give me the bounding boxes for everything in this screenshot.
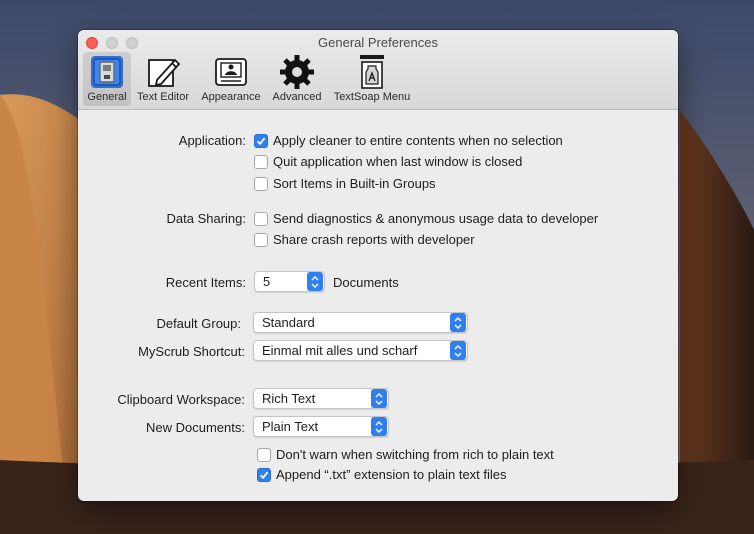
- tab-advanced-label: Advanced: [272, 91, 322, 103]
- clipboard-workspace-value: Rich Text: [262, 391, 316, 406]
- recent-items-stepper[interactable]: 5: [254, 271, 325, 292]
- recent-items-suffix: Documents: [333, 275, 399, 290]
- quit-app-checkbox[interactable]: [254, 154, 268, 169]
- menu-bar-icon: [360, 55, 384, 89]
- checkmark-icon: [259, 471, 269, 479]
- new-documents-value: Plain Text: [262, 419, 319, 434]
- window-title: General Preferences: [318, 35, 438, 50]
- gear-icon: [280, 55, 314, 89]
- application-label: Application:: [178, 133, 246, 148]
- myscrub-shortcut-value: Einmal mit alles und scharf: [262, 343, 418, 358]
- appearance-icon: [215, 58, 247, 86]
- sort-items-checkbox-row[interactable]: Sort Items in Built-in Groups: [254, 176, 436, 191]
- dont-warn-label: Don't warn when switching from rich to p…: [276, 447, 554, 462]
- append-txt-checkbox-row[interactable]: Append “.txt” extension to plain text fi…: [257, 467, 507, 482]
- tab-advanced[interactable]: Advanced: [268, 52, 326, 106]
- tab-text-editor-label: Text Editor: [137, 91, 189, 103]
- share-crash-label: Share crash reports with developer: [273, 232, 475, 247]
- tab-appearance-label: Appearance: [201, 91, 261, 103]
- recent-items-label: Recent Items:: [165, 275, 246, 290]
- append-txt-checkbox[interactable]: [257, 467, 271, 482]
- dont-warn-checkbox[interactable]: [257, 447, 271, 462]
- tab-textsoap-menu[interactable]: TextSoap Menu: [330, 52, 414, 106]
- quit-app-checkbox-row[interactable]: Quit application when last window is clo…: [254, 154, 522, 169]
- recent-items-value: 5: [263, 274, 271, 289]
- share-crash-checkbox-row[interactable]: Share crash reports with developer: [254, 232, 475, 247]
- tab-general[interactable]: General: [83, 52, 131, 106]
- updown-arrows-icon: [450, 313, 466, 332]
- tab-text-editor[interactable]: Text Editor: [133, 52, 193, 106]
- send-diagnostics-checkbox[interactable]: [254, 211, 268, 226]
- default-group-popup[interactable]: Standard: [253, 312, 468, 333]
- tab-appearance[interactable]: Appearance: [198, 52, 264, 106]
- quit-app-label: Quit application when last window is clo…: [273, 154, 523, 169]
- updown-arrows-icon: [450, 341, 466, 360]
- clipboard-workspace-label: Clipboard Workspace:: [117, 392, 245, 407]
- apply-cleaner-checkbox-row[interactable]: Apply cleaner to entire contents when no…: [254, 133, 563, 148]
- myscrub-shortcut-label: MyScrub Shortcut:: [138, 344, 245, 359]
- default-group-label: Default Group:: [156, 316, 241, 331]
- myscrub-shortcut-popup[interactable]: Einmal mit alles und scharf: [253, 340, 468, 361]
- title-bar: General Preferences General Text Editor: [78, 30, 678, 110]
- updown-arrows-icon: [371, 417, 387, 436]
- apply-cleaner-label: Apply cleaner to entire contents when no…: [273, 133, 563, 148]
- new-documents-popup[interactable]: Plain Text: [253, 416, 389, 437]
- sort-items-label: Sort Items in Built-in Groups: [273, 176, 436, 191]
- tab-general-label: General: [87, 91, 127, 103]
- data-sharing-label: Data Sharing:: [166, 211, 247, 226]
- pencil-icon: [148, 58, 181, 87]
- updown-arrows-icon: [371, 389, 387, 408]
- switch-icon: [91, 56, 123, 88]
- send-diagnostics-label: Send diagnostics & anonymous usage data …: [273, 211, 599, 226]
- checkmark-icon: [256, 137, 266, 145]
- share-crash-checkbox[interactable]: [254, 232, 268, 247]
- preferences-window: General Preferences General Text Editor: [78, 30, 678, 501]
- preferences-content: Application: Apply cleaner to entire con…: [78, 110, 678, 501]
- new-documents-label: New Documents:: [146, 420, 245, 435]
- apply-cleaner-checkbox[interactable]: [254, 133, 268, 148]
- clipboard-workspace-popup[interactable]: Rich Text: [253, 388, 389, 409]
- send-diagnostics-checkbox-row[interactable]: Send diagnostics & anonymous usage data …: [254, 211, 598, 226]
- dont-warn-checkbox-row[interactable]: Don't warn when switching from rich to p…: [257, 447, 554, 462]
- updown-arrows-icon: [307, 272, 323, 291]
- append-txt-label: Append “.txt” extension to plain text fi…: [276, 467, 507, 482]
- sort-items-checkbox[interactable]: [254, 176, 268, 191]
- tab-textsoap-menu-label: TextSoap Menu: [333, 91, 411, 103]
- default-group-value: Standard: [262, 315, 315, 330]
